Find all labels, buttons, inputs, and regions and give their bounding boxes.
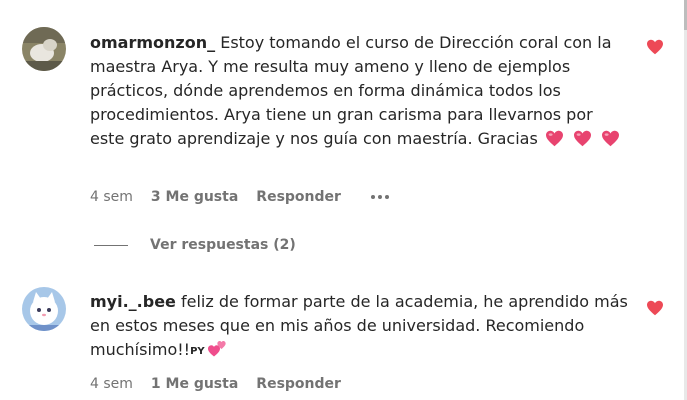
comment-text-block: omarmonzon_ Estoy tomando el curso de Di…	[90, 31, 630, 154]
comment-meta: 4 sem 1 Me gusta Responder	[90, 376, 371, 392]
reply-button[interactable]: Responder	[256, 376, 341, 392]
pink-heart-emoji	[545, 130, 564, 154]
pink-heart-emoji	[601, 130, 620, 154]
comment-meta: 4 sem 3 Me gusta Responder	[90, 189, 389, 205]
timestamp: 4 sem	[90, 189, 133, 205]
username[interactable]: omarmonzon_	[90, 33, 215, 52]
more-options-icon[interactable]	[370, 191, 389, 203]
pink-heart-emoji	[573, 130, 592, 154]
avatar[interactable]	[22, 27, 66, 71]
avatar[interactable]	[22, 287, 66, 331]
two-hearts-emoji	[207, 340, 227, 365]
like-heart-icon[interactable]	[646, 300, 664, 316]
reply-button[interactable]: Responder	[256, 189, 341, 205]
view-replies-label[interactable]: Ver respuestas (2)	[150, 237, 296, 253]
view-replies-button[interactable]: Ver respuestas (2)	[94, 237, 296, 253]
comment-text-block: myi._.bee feliz de formar parte de la ac…	[90, 290, 630, 365]
like-heart-icon[interactable]	[646, 39, 664, 55]
replies-divider	[94, 244, 128, 246]
likes-count-button[interactable]: 1 Me gusta	[151, 376, 238, 392]
username[interactable]: myi._.bee	[90, 292, 176, 311]
likes-count-button[interactable]: 3 Me gusta	[151, 189, 238, 205]
flag-badge: PY	[190, 346, 205, 357]
timestamp: 4 sem	[90, 376, 133, 392]
